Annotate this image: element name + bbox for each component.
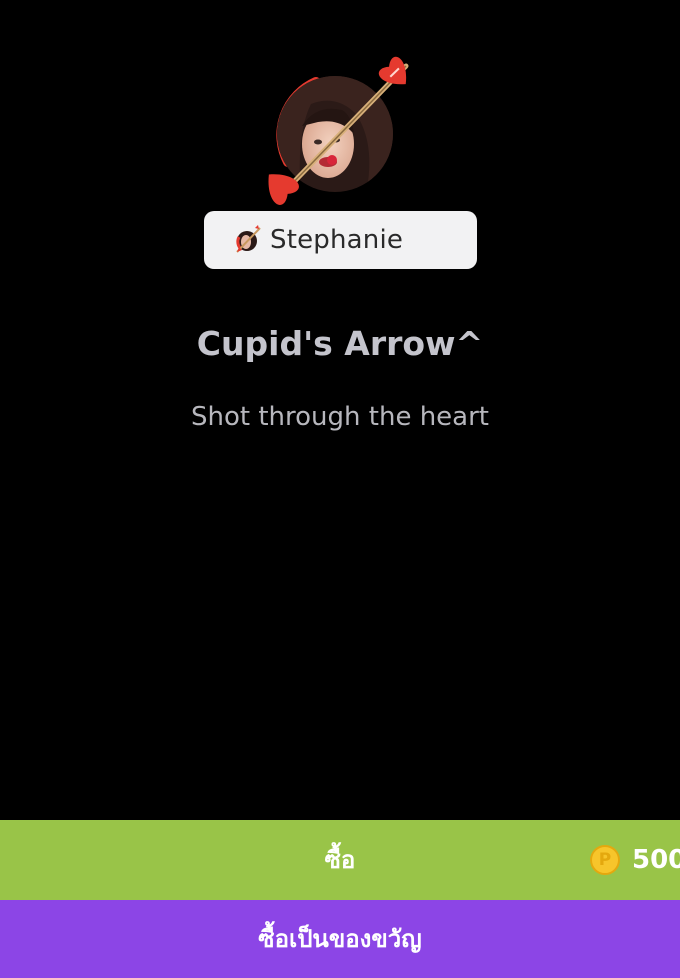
buy-as-gift-button[interactable]: ซื้อเป็นของขวัญ [0,900,680,978]
buy-as-gift-label: ซื้อเป็นของขวัญ [258,925,422,953]
price-value: 500 [632,845,680,875]
profile-name-tag: Stephanie [204,211,477,269]
coin-icon: P [590,845,620,875]
buy-button[interactable]: ซื้อ P 500 [0,820,680,900]
profile-name: Stephanie [270,225,404,255]
item-title: Cupid's Arrow^ [196,324,484,363]
cupid-arrow-avatar [256,44,424,208]
mini-avatar-icon [236,225,261,253]
price-display: P 500 [590,844,680,876]
cupid-arrow-avatar-icon [268,56,409,205]
buy-button-label: ซื้อ [324,846,356,874]
item-description: Shot through the heart [191,402,489,432]
